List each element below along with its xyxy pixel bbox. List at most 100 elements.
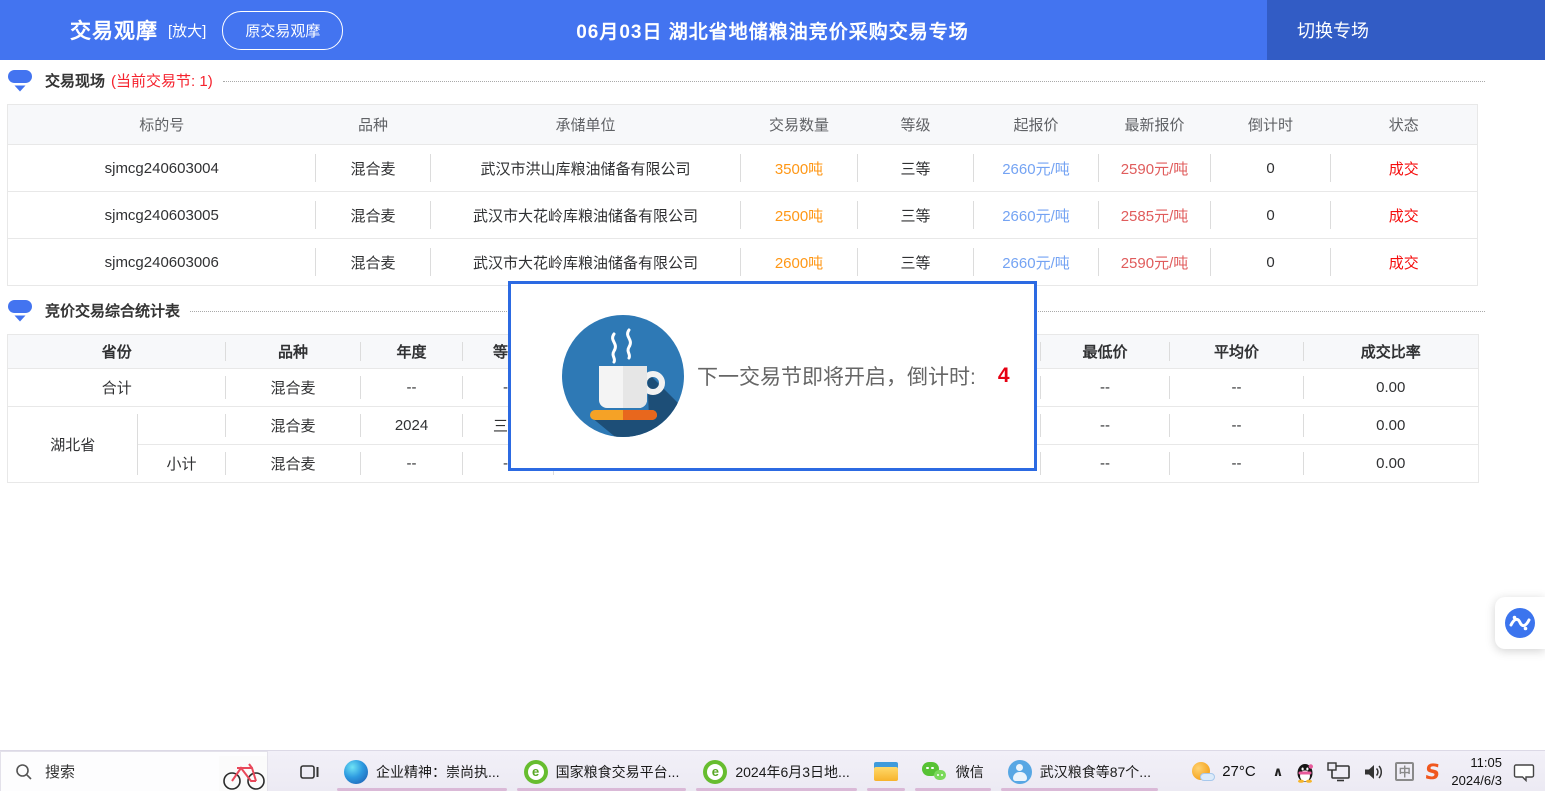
search-icon xyxy=(15,763,33,781)
app-label: 国家粮食交易平台... xyxy=(556,762,680,782)
session-title: 06月03日 湖北省地储粮油竞价采购交易专场 xyxy=(576,17,969,44)
cell-start-price: 2660元/吨 xyxy=(974,192,1099,239)
enlarge-link[interactable]: [放大] xyxy=(168,20,206,41)
stats-section-title: 竞价交易综合统计表 xyxy=(45,300,180,321)
sogou-input-icon[interactable]: S xyxy=(1424,760,1442,784)
notification-center-icon[interactable] xyxy=(1513,762,1535,782)
cell-latest-price: 2590元/吨 xyxy=(1099,145,1211,192)
pin-icon xyxy=(7,299,33,322)
browser-360-icon: e xyxy=(703,760,727,784)
top-header: 交易观摩 [放大] 原交易观摩 06月03日 湖北省地储粮油竞价采购交易专场 切… xyxy=(0,0,1545,60)
cell-grade: 三等 xyxy=(858,145,974,192)
col-avg-price: 平均价 xyxy=(1170,335,1304,369)
taskbar-app-wuhan-grain[interactable]: 武汉粮食等87个... xyxy=(996,751,1163,791)
cell-grade: 三等 xyxy=(858,192,974,239)
file-explorer-icon xyxy=(874,762,898,782)
app-title: 交易观摩 xyxy=(70,15,158,45)
switch-session-button[interactable]: 切换专场 xyxy=(1267,0,1545,60)
coffee-cup-icon xyxy=(561,314,685,438)
taskbar-app-doc-2024[interactable]: e 2024年6月3日地... xyxy=(691,751,861,791)
cell-min-price: -- xyxy=(1041,369,1170,407)
taskbar: 搜索 企业精神：崇尚执... xyxy=(0,750,1545,791)
table-header-row: 标的号 品种 承储单位 交易数量 等级 起报价 最新报价 倒计时 状态 xyxy=(8,105,1478,145)
col-province: 省份 xyxy=(8,335,226,369)
cell-deal-ratio: 0.00 xyxy=(1304,407,1479,445)
browser-360-icon: e xyxy=(524,760,548,784)
cell-grade: 三等 xyxy=(858,239,974,286)
cell-depot: 武汉市洪山库粮油储备有限公司 xyxy=(431,145,741,192)
floating-service-button[interactable] xyxy=(1495,597,1545,649)
service-logo-icon xyxy=(1503,606,1537,640)
cell-year: -- xyxy=(361,445,463,483)
app-label: 2024年6月3日地... xyxy=(735,762,849,782)
cell-qty: 3500吨 xyxy=(741,145,858,192)
cell-deal-ratio: 0.00 xyxy=(1304,369,1479,407)
live-section-title: 交易现场 xyxy=(45,70,105,91)
cell-lot-id: sjmcg240603004 xyxy=(8,145,316,192)
col-grade: 等级 xyxy=(858,105,974,145)
taskbar-app-grain-platform[interactable]: e 国家粮食交易平台... xyxy=(512,751,692,791)
taskbar-tray: 27°C ∧ xyxy=(1191,751,1545,791)
edge-icon xyxy=(344,760,368,784)
col-start-price: 起报价 xyxy=(974,105,1099,145)
tray-chevron-up-icon[interactable]: ∧ xyxy=(1273,764,1284,780)
switch-session-label: 切换专场 xyxy=(1297,17,1369,43)
taskbar-app-edge[interactable]: 企业精神：崇尚执... xyxy=(332,751,512,791)
cell-deal-ratio: 0.00 xyxy=(1304,445,1479,483)
clock-time: 11:05 xyxy=(1451,754,1502,772)
app-label: 企业精神：崇尚执... xyxy=(376,762,500,782)
volume-icon[interactable] xyxy=(1362,762,1384,782)
live-section-header: 交易现场 (当前交易节: 1) xyxy=(7,69,1485,91)
cell-variety: 混合麦 xyxy=(316,145,431,192)
cell-province: 湖北省 xyxy=(8,407,138,483)
taskbar-apps: 企业精神：崇尚执... e 国家粮食交易平台... e 2024年6月3日地..… xyxy=(288,751,1163,791)
countdown-modal: 下一交易节即将开启，倒计时: 4 xyxy=(508,281,1037,471)
countdown-message: 下一交易节即将开启，倒计时: xyxy=(697,361,976,391)
cell-latest-price: 2585元/吨 xyxy=(1099,192,1211,239)
cell-year: 2024 xyxy=(361,407,463,445)
cell-start-price: 2660元/吨 xyxy=(974,145,1099,192)
table-row: sjmcg240603006 混合麦 武汉市大花岭库粮油储备有限公司 2600吨… xyxy=(8,239,1478,286)
cell-lot-id: sjmcg240603006 xyxy=(8,239,316,286)
taskbar-clock[interactable]: 11:05 2024/6/3 xyxy=(1451,754,1502,789)
cell-min-price: -- xyxy=(1041,407,1170,445)
ime-indicator[interactable]: 中 xyxy=(1395,762,1414,781)
taskbar-app-explorer[interactable] xyxy=(862,751,910,791)
clock-date: 2024/6/3 xyxy=(1451,772,1502,790)
app-label: 微信 xyxy=(956,762,984,782)
display-network-icon[interactable] xyxy=(1327,762,1351,782)
search-label: 搜索 xyxy=(45,761,75,782)
original-view-button[interactable]: 原交易观摩 xyxy=(222,11,343,50)
cell-countdown: 0 xyxy=(1211,145,1331,192)
live-trading-table: 标的号 品种 承储单位 交易数量 等级 起报价 最新报价 倒计时 状态 sjmc… xyxy=(7,104,1478,286)
table-row: sjmcg240603005 混合麦 武汉市大花岭库粮油储备有限公司 2500吨… xyxy=(8,192,1478,239)
cell-start-price: 2660元/吨 xyxy=(974,239,1099,286)
cell-year: -- xyxy=(361,369,463,407)
task-view-button[interactable] xyxy=(288,751,332,791)
countdown-value: 4 xyxy=(998,364,1010,388)
col-qty: 交易数量 xyxy=(741,105,858,145)
temperature: 27°C xyxy=(1222,763,1256,780)
pin-icon xyxy=(7,69,33,92)
taskbar-app-wechat[interactable]: 微信 xyxy=(910,751,996,791)
cell-avg-price: -- xyxy=(1170,369,1304,407)
cell-depot: 武汉市大花岭库粮油储备有限公司 xyxy=(431,239,741,286)
cell-variety: 混合麦 xyxy=(226,369,361,407)
grain-app-icon xyxy=(1008,760,1032,784)
col-depot: 承储单位 xyxy=(431,105,741,145)
col-status: 状态 xyxy=(1331,105,1478,145)
col-countdown: 倒计时 xyxy=(1211,105,1331,145)
cell-variety: 混合麦 xyxy=(226,407,361,445)
cell-avg-price: -- xyxy=(1170,445,1304,483)
cell-qty: 2600吨 xyxy=(741,239,858,286)
taskbar-search[interactable]: 搜索 xyxy=(0,751,268,791)
col-variety: 品种 xyxy=(226,335,361,369)
col-latest-price: 最新报价 xyxy=(1099,105,1211,145)
search-highlight-image xyxy=(219,751,267,791)
screen: 交易观摩 [放大] 原交易观摩 06月03日 湖北省地储粮油竞价采购交易专场 切… xyxy=(0,0,1545,791)
cell-subscope: 小计 xyxy=(138,445,226,483)
weather-widget[interactable]: 27°C xyxy=(1191,761,1256,783)
divider-dotted xyxy=(223,81,1485,82)
qq-icon[interactable] xyxy=(1294,761,1316,783)
wechat-icon xyxy=(922,760,948,784)
